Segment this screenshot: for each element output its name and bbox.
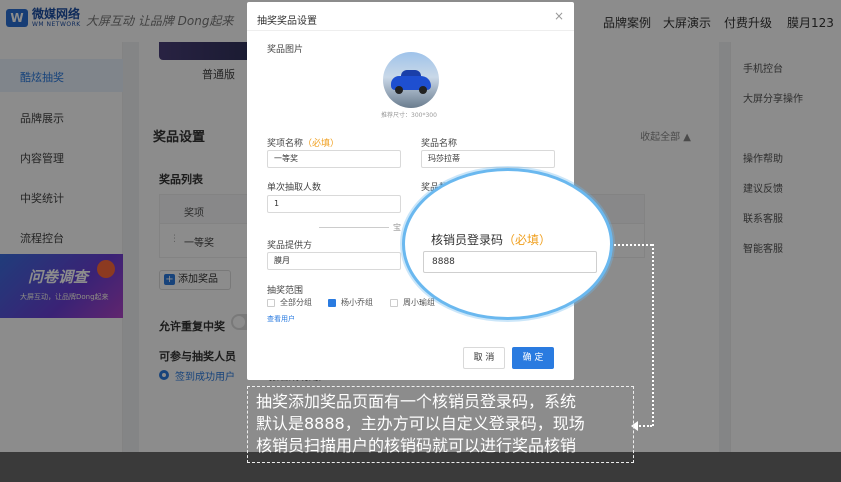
level-input[interactable]: 一等奖 (267, 150, 401, 168)
modal-title: 抽奖奖品设置 (257, 16, 317, 27)
callout-connector (636, 425, 652, 427)
image-size-hint: 推荐尺寸：300*300 (381, 112, 437, 119)
draw-count-input[interactable]: 1 (267, 195, 401, 213)
caption-line: 默认是8888，主办方可以自定义登录码，现场 (256, 414, 585, 433)
separator-line (319, 227, 389, 228)
cancel-button[interactable]: 取 消 (463, 347, 505, 369)
scope-group-a-label[interactable]: 杨小乔组 (341, 297, 373, 308)
prize-name-input[interactable]: 玛莎拉蒂 (421, 150, 555, 168)
level-label: 奖项名称（必填） (267, 139, 340, 149)
caption-line: 核销员扫描用户的核销码就可以进行奖品核销 (256, 436, 577, 455)
prize-image[interactable] (383, 52, 439, 108)
required-tag: （必填） (503, 233, 552, 247)
callout-connector (652, 244, 654, 426)
callout-connector (614, 244, 652, 246)
verifier-code-label: 核销员登录码（必填） (431, 233, 552, 247)
required-tag: （必填） (303, 139, 340, 149)
modal-divider (247, 30, 574, 31)
scope-group-a-checkbox[interactable] (328, 299, 336, 307)
magnifier-callout: 核销员登录码（必填） 8888 (402, 168, 613, 320)
provider-label: 奖品提供方 (267, 241, 313, 251)
prize-image-label: 奖品图片 (267, 45, 304, 55)
scope-all-label[interactable]: 全部分组 (280, 297, 312, 308)
scope-group-b-checkbox[interactable] (390, 299, 398, 307)
scope-group-b-label[interactable]: 周小瑜组 (403, 297, 435, 308)
close-icon[interactable]: × (554, 9, 564, 23)
draw-count-label: 单次抽取人数 (267, 183, 322, 193)
view-users-link[interactable]: 查看用户 (267, 314, 295, 324)
caption-line: 抽奖添加奖品页面有一个核销员登录码，系统 (256, 392, 577, 411)
scope-label: 抽奖范围 (267, 286, 304, 296)
prize-name-label: 奖品名称 (421, 139, 458, 149)
provider-input[interactable]: 膜月 (267, 252, 401, 270)
tutorial-caption: 抽奖添加奖品页面有一个核销员登录码，系统 默认是8888，主办方可以自定义登录码… (247, 386, 634, 463)
verifier-code-input[interactable]: 8888 (423, 251, 597, 273)
separator-text: 宝 (393, 223, 401, 232)
confirm-button[interactable]: 确 定 (512, 347, 554, 369)
scope-all-checkbox[interactable] (267, 299, 275, 307)
